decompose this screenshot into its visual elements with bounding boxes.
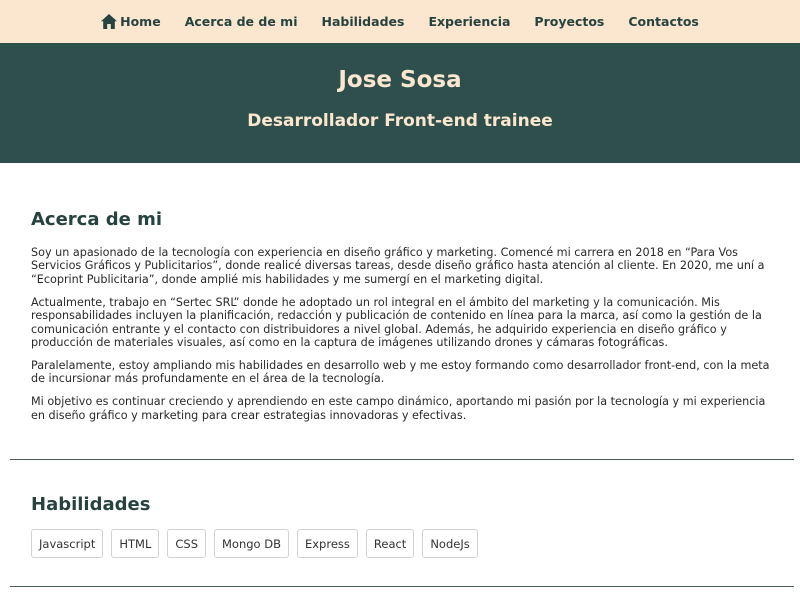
nav-link-projects[interactable]: Proyectos <box>534 14 604 29</box>
skills-list: Javascript HTML CSS Mongo DB Express Rea… <box>31 529 486 558</box>
home-icon <box>101 14 118 29</box>
skill-badge-mongodb: Mongo DB <box>214 529 289 558</box>
skill-badge-react: React <box>365 529 415 558</box>
nav-item-about: Acerca de de mi <box>185 14 298 29</box>
nav-item-skills: Habilidades <box>321 14 404 29</box>
skill-badge-css: CSS <box>167 529 206 558</box>
skill-badge-nodejs: NodeJs <box>422 529 478 558</box>
about-section-title: Acerca de mi <box>31 209 163 230</box>
nav-item-home: Home <box>101 14 161 29</box>
skills-section-title: Habilidades <box>31 494 151 515</box>
nav-link-home[interactable]: Home <box>101 14 161 29</box>
nav-link-experience[interactable]: Experiencia <box>428 14 510 29</box>
hero-role: Desarrollador Front-end trainee <box>247 111 553 131</box>
skill-badge-javascript: Javascript <box>31 529 104 558</box>
hero-banner: Jose Sosa Desarrollador Front-end traine… <box>0 43 800 163</box>
section-divider <box>10 586 794 587</box>
nav-link-skills[interactable]: Habilidades <box>321 14 404 29</box>
nav-link-about[interactable]: Acerca de de mi <box>185 14 298 29</box>
skill-badge-express: Express <box>296 529 358 558</box>
nav-item-experience: Experiencia <box>428 14 510 29</box>
about-paragraph-2: Actualmente, trabajo en “Sertec SRL” don… <box>31 295 762 349</box>
about-paragraph-1: Soy un apasionado de la tecnología con e… <box>31 246 765 286</box>
top-navigation: Home Acerca de de mi Habilidades Experie… <box>0 0 800 43</box>
nav-menu: Home Acerca de de mi Habilidades Experie… <box>89 14 711 29</box>
hero-name: Jose Sosa <box>338 67 462 93</box>
nav-item-projects: Proyectos <box>534 14 604 29</box>
about-paragraph-4: Mi objetivo es continuar creciendo y apr… <box>31 395 766 422</box>
skill-badge-html: HTML <box>111 529 160 558</box>
about-paragraph-3: Paralelamente, estoy ampliando mis habil… <box>31 358 770 386</box>
nav-link-contacts[interactable]: Contactos <box>628 14 698 29</box>
nav-item-contacts: Contactos <box>628 14 698 29</box>
about-section: Soy un apasionado de la tecnología con e… <box>31 246 779 431</box>
section-divider <box>10 459 794 460</box>
nav-label-home: Home <box>120 14 161 29</box>
